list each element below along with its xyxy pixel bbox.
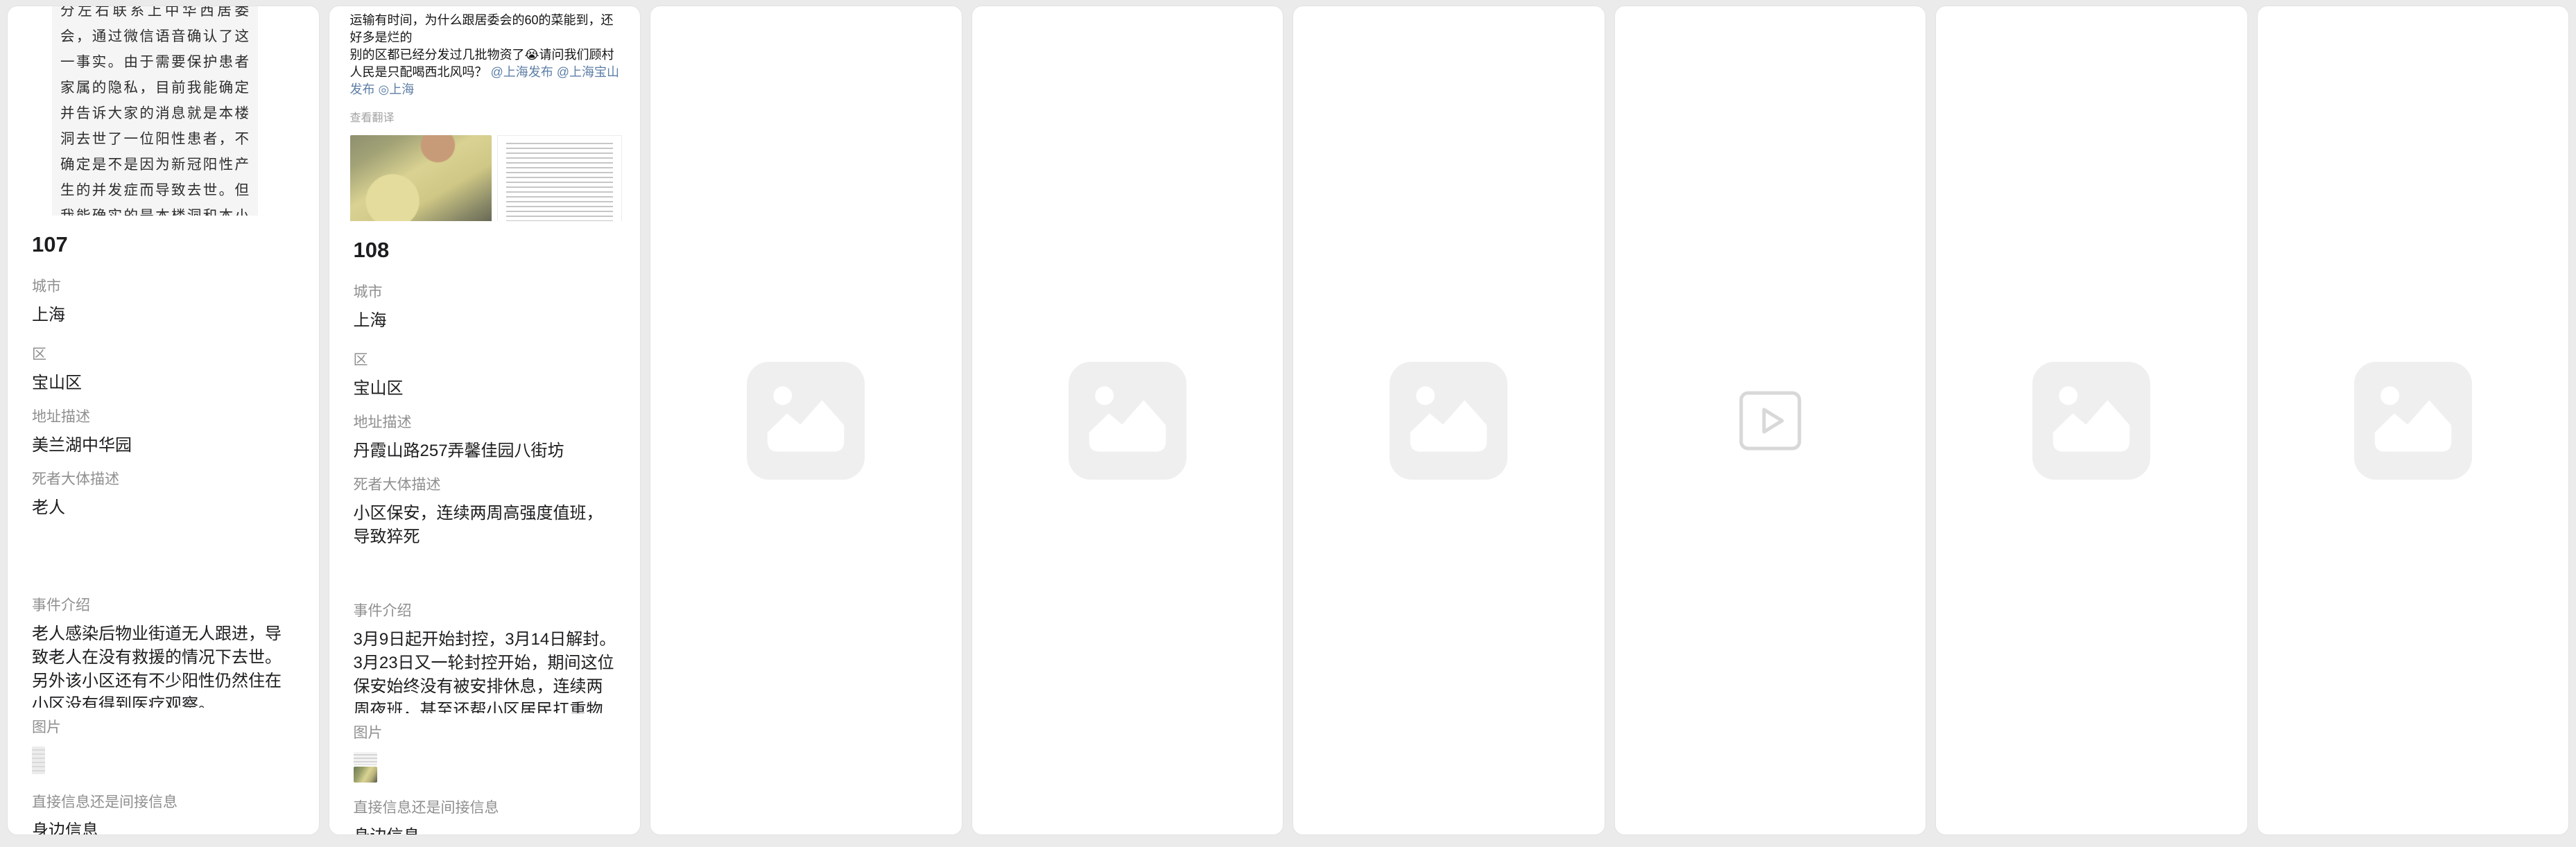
record-id: 107 [32, 216, 298, 267]
record-card-115[interactable]: 115 城市上海 区浦东新区 地址描述仁怡苑 死者大体描述封控，跳楼自杀当场死亡… [1614, 6, 1927, 835]
attachment-thumbnail[interactable] [354, 767, 377, 783]
article-text-screenshot [497, 135, 623, 221]
record-cover-video [1615, 6, 1926, 835]
attachment-thumbnail[interactable] [354, 752, 377, 765]
image-placeholder-icon [2032, 362, 2150, 480]
field-image-label: 图片 [32, 719, 298, 737]
field-direct-label: 直接信息还是间接信息 [32, 794, 298, 812]
field-image-label: 图片 [354, 724, 620, 742]
attachment-thumbnail[interactable] [32, 746, 45, 774]
field-deceased-value: 老人 [32, 496, 298, 520]
field-city-label: 城市 [354, 283, 620, 302]
image-placeholder-icon [1390, 362, 1507, 480]
field-direct-label: 直接信息还是间接信息 [354, 799, 620, 817]
post-translate-link: 查看翻译 [350, 108, 623, 125]
field-city-value: 上海 [354, 309, 620, 333]
field-city-value: 上海 [32, 304, 298, 327]
record-cover-empty [1293, 6, 1605, 835]
field-event-value: 老人感染后物业街道无人跟进，导致老人在没有救援的情况下去世。另外该小区还有不少阳… [32, 622, 298, 708]
field-city-label: 城市 [32, 278, 298, 296]
field-deceased-label: 死者大体描述 [32, 471, 298, 489]
field-district-value: 宝山区 [32, 372, 298, 395]
cabbage-photo [350, 135, 492, 221]
record-cover-text-screenshot: 分左右联系上中华西居委会，通过微信语音确认了这一事实。由于需要保护患者家属的隐私… [8, 6, 319, 216]
field-direct-value: 身边信息 [32, 819, 298, 835]
record-card-116[interactable]: 116 城市上海 区浦东新区 地址描述朱家门小区 死者大体描述死于浦东医院新冠隔… [1935, 6, 2248, 835]
record-cover-social-post: 运输有时间，为什么跟居委会的60的菜能到，还好多是烂的 别的区都已经分发过几批物… [329, 6, 641, 221]
field-direct-value: 身边信息 [354, 825, 620, 835]
field-address-label: 地址描述 [32, 408, 298, 426]
record-card-117[interactable]: 117 城市上海 区嘉定 地址描述江桥 死者大体描述我奶奶 事件介绍昏迷，呼吸微… [2257, 6, 2570, 835]
field-deceased-label: 死者大体描述 [354, 476, 620, 494]
field-deceased-value: 小区保安，连续两周高强度值班，导致猝死 [354, 502, 620, 549]
field-event-label: 事件介绍 [354, 602, 620, 620]
record-cover-empty [650, 6, 962, 835]
record-card-111[interactable]: 111 城市上海 区杨浦区 地址描述安波路265弄兰花教师公寓南区 死者大体描述… [971, 6, 1284, 835]
field-district-label: 区 [354, 351, 620, 369]
image-placeholder-icon [2354, 362, 2472, 480]
field-address-value: 丹霞山路257弄馨佳园八街坊 [354, 439, 620, 463]
record-card-110[interactable]: 110 城市上海市 区浦东新区 地址描述航头镇鹤沙航城 死者大体描述老人患有哮喘… [650, 6, 962, 835]
record-card-114[interactable]: 114 城市上海 区宝山 地址描述铂庭 死者大体描述65岁癌症患者 事件介绍封控… [1293, 6, 1605, 835]
field-district-label: 区 [32, 346, 298, 364]
record-id: 108 [354, 221, 620, 272]
gallery-view: 分左右联系上中华西居委会，通过微信语音确认了这一事实。由于需要保护患者家属的隐私… [0, 0, 2576, 847]
image-placeholder-icon [747, 362, 865, 480]
record-cover-empty [1936, 6, 2247, 835]
record-cover-empty [2258, 6, 2569, 835]
record-card-107[interactable]: 分左右联系上中华西居委会，通过微信语音确认了这一事实。由于需要保护患者家属的隐私… [7, 6, 320, 835]
record-cover-empty [972, 6, 1283, 835]
field-address-value: 美兰湖中华园 [32, 434, 298, 457]
wechat-text-screenshot: 分左右联系上中华西居委会，通过微信语音确认了这一事实。由于需要保护患者家属的隐私… [52, 6, 258, 216]
video-play-icon [1738, 390, 1802, 451]
field-district-value: 宝山区 [354, 377, 620, 401]
field-address-label: 地址描述 [354, 414, 620, 432]
image-placeholder-icon [1069, 362, 1186, 480]
field-event-value: 3月9日起开始封控，3月14日解封。3月23日又一轮封控开始，期间这位保安始终没… [354, 628, 620, 713]
field-event-label: 事件介绍 [32, 597, 298, 615]
record-card-108[interactable]: 运输有时间，为什么跟居委会的60的菜能到，还好多是烂的 别的区都已经分发过几批物… [329, 6, 641, 835]
